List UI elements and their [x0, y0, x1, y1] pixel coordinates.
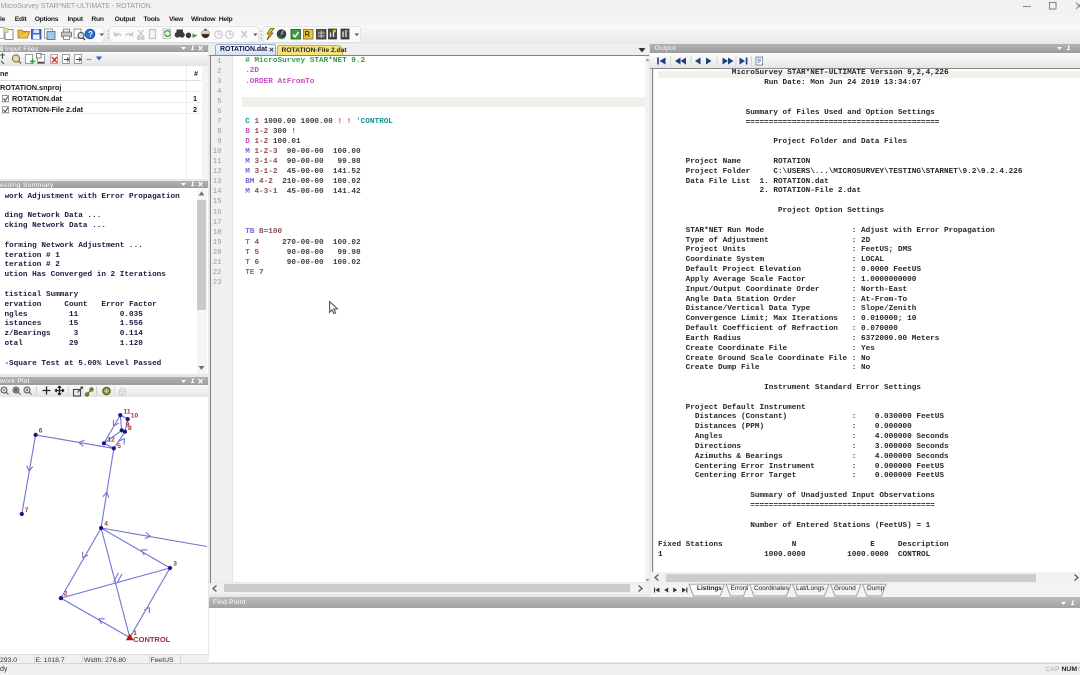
svg-text:?: ? — [88, 30, 93, 39]
svg-text:3: 3 — [173, 561, 177, 568]
svg-text:6: 6 — [39, 428, 43, 435]
svg-text:7: 7 — [25, 507, 29, 514]
svg-text:CONTROL: CONTROL — [133, 635, 170, 644]
svg-text:10: 10 — [131, 413, 139, 420]
svg-text:5: 5 — [117, 443, 121, 450]
svg-text:2: 2 — [64, 591, 68, 598]
svg-text:4: 4 — [104, 521, 108, 528]
svg-text:8: 8 — [128, 425, 132, 432]
svg-text:12: 12 — [108, 437, 116, 444]
svg-text:11: 11 — [124, 409, 131, 416]
